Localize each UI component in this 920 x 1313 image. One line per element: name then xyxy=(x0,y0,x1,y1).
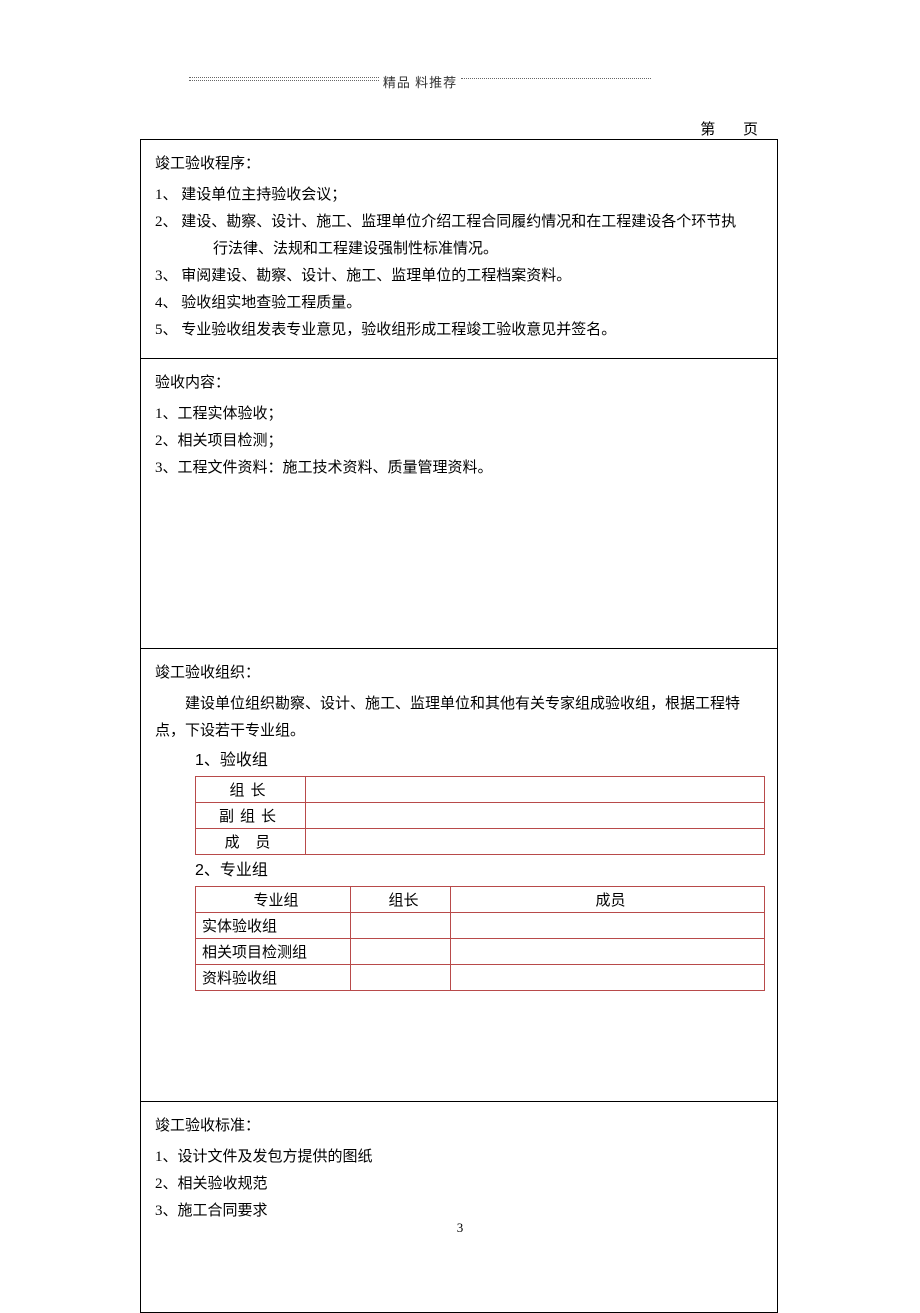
list-item: 3、工程文件资料：施工技术资料、质量管理资料。 xyxy=(155,455,763,482)
table-row: 成 员 xyxy=(196,828,765,854)
section-organization: 竣工验收组织： 建设单位组织勘察、设计、施工、监理单位和其他有关专家组成验收组，… xyxy=(141,649,777,1102)
section-procedure: 竣工验收程序： 1、 建设单位主持验收会议； 2、 建设、勘察、设计、施工、监理… xyxy=(141,140,777,359)
list-item: 1、 建设单位主持验收会议； xyxy=(155,182,763,209)
item-number: 2、 xyxy=(155,1176,178,1192)
item-number: 4、 xyxy=(155,290,178,317)
section-title: 验收内容： xyxy=(155,371,763,395)
item-number: 3、 xyxy=(155,460,178,476)
row-value xyxy=(306,802,765,828)
table-row: 相关项目检测组 xyxy=(196,938,765,964)
col-header: 成员 xyxy=(451,886,765,912)
table-row: 资料验收组 xyxy=(196,964,765,990)
cell xyxy=(351,964,451,990)
item-text: 相关验收规范 xyxy=(178,1176,268,1192)
item-text: 验收组实地查验工程质量。 xyxy=(181,295,361,311)
row-label: 副组长 xyxy=(196,802,306,828)
item-number: 2、 xyxy=(155,209,178,236)
section-standards: 竣工验收标准： 1、设计文件及发包方提供的图纸 2、相关验收规范 3、施工合同要… xyxy=(141,1102,777,1312)
item-text: 工程文件资料：施工技术资料、质量管理资料。 xyxy=(178,460,493,476)
list-item: 5、 专业验收组发表专业意见，验收组形成工程竣工验收意见并签名。 xyxy=(155,317,763,344)
page-number: 3 xyxy=(0,1220,920,1236)
item-number: 1、 xyxy=(155,1149,178,1165)
spacer xyxy=(155,991,763,1081)
table-title-2: 2、专业组 xyxy=(155,857,763,886)
list-item: 2、相关项目检测； xyxy=(155,428,763,455)
paragraph-continuation: 点，下设若干专业组。 xyxy=(155,718,763,745)
section-content: 验收内容： 1、工程实体验收； 2、相关项目检测； 3、工程文件资料：施工技术资… xyxy=(141,359,777,649)
item-text: 建设单位主持验收会议； xyxy=(181,187,346,203)
list-item: 1、工程实体验收； xyxy=(155,401,763,428)
table-title-1: 1、验收组 xyxy=(155,747,763,776)
specialty-group-table: 专业组 组长 成员 实体验收组 相关项目检测组 资料验收组 xyxy=(195,886,765,991)
item-number: 5、 xyxy=(155,317,178,344)
cell xyxy=(451,964,765,990)
item-text: 专业验收组发表专业意见，验收组形成工程竣工验收意见并签名。 xyxy=(181,322,616,338)
table-row: 实体验收组 xyxy=(196,912,765,938)
list-item-continuation: 行法律、法规和工程建设强制性标准情况。 xyxy=(155,236,763,263)
item-number: 3、 xyxy=(155,263,178,290)
item-text: 相关项目检测； xyxy=(178,433,283,449)
table-row: 组长 xyxy=(196,776,765,802)
cell xyxy=(351,938,451,964)
section-title: 竣工验收程序： xyxy=(155,152,763,176)
paragraph: 建设单位组织勘察、设计、施工、监理单位和其他有关专家组成验收组，根据工程特 xyxy=(155,691,763,718)
section-title: 竣工验收标准： xyxy=(155,1114,763,1138)
header-watermark: 精品 料推荐 xyxy=(185,72,655,91)
cell: 相关项目检测组 xyxy=(196,938,351,964)
item-text: 工程实体验收； xyxy=(178,406,283,422)
item-text: 设计文件及发包方提供的图纸 xyxy=(178,1149,373,1165)
item-text: 建设、勘察、设计、施工、监理单位介绍工程合同履约情况和在工程建设各个环节执 xyxy=(181,214,736,230)
col-header: 专业组 xyxy=(196,886,351,912)
item-number: 1、 xyxy=(155,406,178,422)
cell: 实体验收组 xyxy=(196,912,351,938)
header-rule-left xyxy=(189,77,379,81)
row-value xyxy=(306,776,765,802)
item-text: 施工合同要求 xyxy=(178,1203,268,1219)
row-label: 成 员 xyxy=(196,828,306,854)
item-text-cont: 行法律、法规和工程建设强制性标准情况。 xyxy=(213,241,498,257)
list-item: 3、 审阅建设、勘察、设计、施工、监理单位的工程档案资料。 xyxy=(155,263,763,290)
item-number: 3、 xyxy=(155,1203,178,1219)
cell xyxy=(351,912,451,938)
list-item: 2、 建设、勘察、设计、施工、监理单位介绍工程合同履约情况和在工程建设各个环节执 xyxy=(155,209,763,236)
item-text: 审阅建设、勘察、设计、施工、监理单位的工程档案资料。 xyxy=(181,268,571,284)
row-label: 组长 xyxy=(196,776,306,802)
acceptance-group-table: 组长 副组长 成 员 xyxy=(195,776,765,855)
list-item: 4、 验收组实地查验工程质量。 xyxy=(155,290,763,317)
cell: 资料验收组 xyxy=(196,964,351,990)
section-title: 竣工验收组织： xyxy=(155,661,763,685)
list-item: 1、设计文件及发包方提供的图纸 xyxy=(155,1144,763,1171)
table-header-row: 专业组 组长 成员 xyxy=(196,886,765,912)
item-number: 1、 xyxy=(155,182,178,209)
cell xyxy=(451,938,765,964)
row-value xyxy=(306,828,765,854)
header-text: 精品 料推荐 xyxy=(383,72,457,91)
main-content-box: 竣工验收程序： 1、 建设单位主持验收会议； 2、 建设、勘察、设计、施工、监理… xyxy=(140,139,778,1313)
col-header: 组长 xyxy=(351,886,451,912)
table-row: 副组长 xyxy=(196,802,765,828)
list-item: 2、相关验收规范 xyxy=(155,1171,763,1198)
page-label: 第 页 xyxy=(700,118,770,139)
header-rule-right xyxy=(461,78,651,79)
cell xyxy=(451,912,765,938)
item-number: 2、 xyxy=(155,433,178,449)
